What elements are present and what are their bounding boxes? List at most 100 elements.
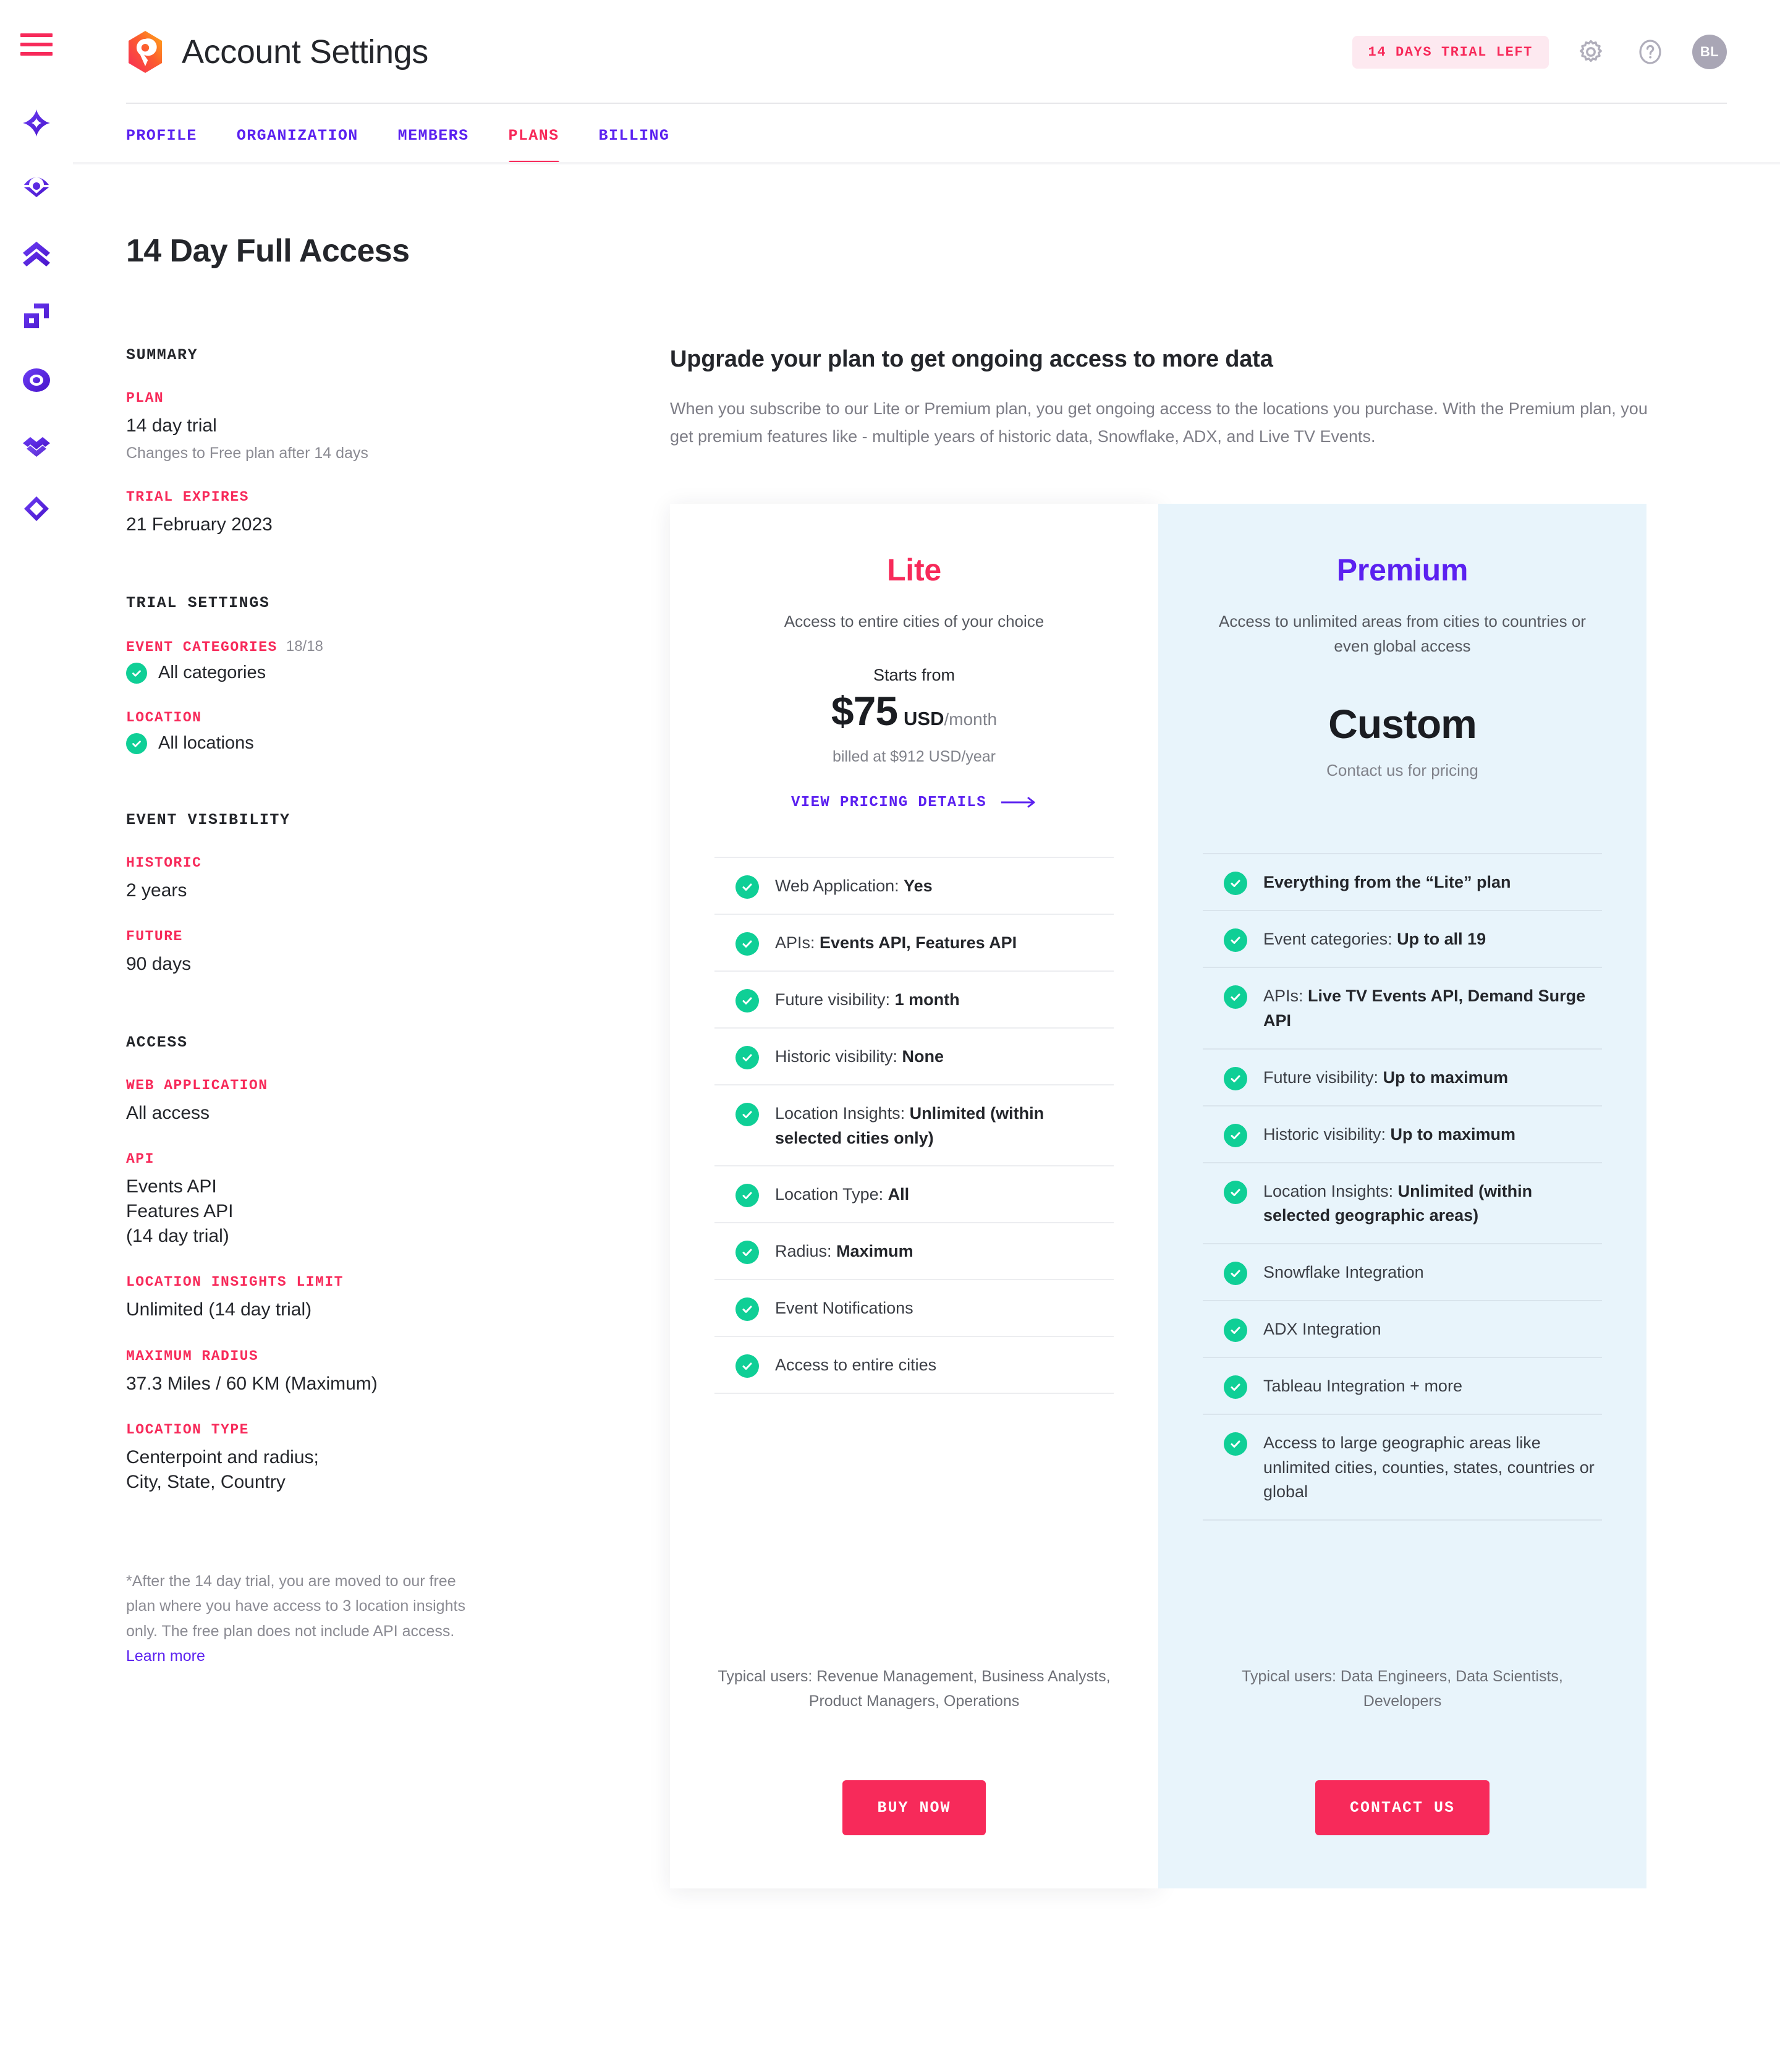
field-event-categories-label: EVENT CATEGORIES 18/18: [126, 638, 633, 655]
chevrons-up-icon[interactable]: [17, 232, 56, 271]
field-api: API Events API Features API (14 day tria…: [126, 1151, 633, 1248]
menu-toggle-icon[interactable]: [20, 32, 53, 57]
check-icon: [735, 1354, 759, 1378]
feature-bold: Live TV Events API, Demand Surge API: [1263, 987, 1586, 1030]
top-header: Account Settings 14 DAYS TRIAL LEFT BL: [73, 0, 1780, 104]
field-historic: HISTORIC 2 years: [126, 855, 633, 903]
feature-list-lite: Web Application: Yes APIs: Events API, F…: [714, 856, 1114, 1395]
trial-settings-heading: TRIAL SETTINGS: [126, 593, 270, 612]
app-rail: [0, 0, 73, 2072]
card-footer-premium: Typical users: Data Engineers, Data Scie…: [1203, 1664, 1602, 1888]
avatar[interactable]: BL: [1692, 35, 1727, 69]
view-pricing-details-label: VIEW PRICING DETAILS: [790, 794, 987, 811]
check-icon: [1224, 1123, 1247, 1147]
feature-text: ADX Integration: [1263, 1316, 1381, 1342]
card-footer-lite: Typical users: Revenue Management, Busin…: [714, 1664, 1114, 1888]
plans-panel: Upgrade your plan to get ongoing access …: [670, 346, 1727, 1888]
field-web-application-label: WEB APPLICATION: [126, 1077, 268, 1093]
tab-billing[interactable]: BILLING: [599, 127, 670, 164]
header-actions: 14 DAYS TRIAL LEFT BL: [1352, 35, 1727, 69]
price-lead-lite: Starts from: [873, 665, 956, 684]
field-plan-sub: Changes to Free plan after 14 days: [126, 444, 368, 462]
settings-tabs: PROFILE ORGANIZATION MEMBERS PLANS BILLI…: [73, 104, 1780, 164]
layers-icon[interactable]: [17, 297, 56, 335]
diamond-icon[interactable]: [17, 490, 56, 528]
feature-text: Location Insights: Unlimited (within sel…: [1263, 1178, 1597, 1228]
typical-users-lite: Typical users: Revenue Management, Busin…: [718, 1667, 1111, 1710]
feature-text: Location Type: All: [775, 1181, 909, 1207]
field-event-categories-label-text: EVENT CATEGORIES: [126, 639, 278, 655]
feature-row: Tableau Integration + more: [1203, 1356, 1602, 1414]
feature-label: Location Insights:: [775, 1103, 910, 1123]
check-icon: [126, 662, 147, 684]
access-heading: ACCESS: [126, 1033, 188, 1051]
feature-text: APIs: Events API, Features API: [775, 930, 1017, 956]
field-plan-value: 14 day trial: [126, 415, 217, 436]
field-future-label: FUTURE: [126, 928, 183, 945]
field-location-insights-limit: LOCATION INSIGHTS LIMIT Unlimited (14 da…: [126, 1274, 633, 1322]
check-icon: [1224, 1432, 1247, 1456]
location-row: All locations: [126, 732, 633, 754]
feature-label: Historic visibility:: [775, 1047, 902, 1066]
gear-icon[interactable]: [1574, 35, 1608, 69]
field-plan: PLAN 14 day trial Changes to Free plan a…: [126, 390, 633, 463]
check-icon: [735, 1102, 759, 1126]
feature-row: ADX Integration: [1203, 1299, 1602, 1357]
tab-members[interactable]: MEMBERS: [398, 127, 469, 164]
field-maximum-radius-label: MAXIMUM RADIUS: [126, 1348, 259, 1364]
feature-row: Access to large geographic areas like un…: [1203, 1413, 1602, 1521]
plan-name-premium: Premium: [1336, 552, 1468, 587]
wave-icon[interactable]: [17, 425, 56, 464]
feature-text: Future visibility: Up to maximum: [1263, 1064, 1508, 1090]
feature-text: Web Application: Yes: [775, 873, 933, 899]
tab-organization[interactable]: ORGANIZATION: [237, 127, 358, 164]
check-icon: [735, 1045, 759, 1069]
field-api-value: Events API Features API (14 day trial): [126, 1176, 234, 1246]
app-shell: Account Settings 14 DAYS TRIAL LEFT BL P…: [73, 0, 1780, 2072]
check-icon: [1224, 872, 1247, 896]
upsell-heading: Upgrade your plan to get ongoing access …: [670, 346, 1273, 372]
question-icon[interactable]: [1633, 35, 1668, 69]
feature-label: Radius:: [775, 1242, 837, 1261]
field-web-application-value: All access: [126, 1102, 210, 1123]
insight-eye-icon[interactable]: [17, 168, 56, 206]
view-pricing-details-link[interactable]: VIEW PRICING DETAILS: [714, 794, 1114, 811]
buy-now-button[interactable]: BUY NOW: [842, 1780, 986, 1835]
typical-users-premium: Typical users: Data Engineers, Data Scie…: [1242, 1667, 1563, 1710]
trial-status-badge[interactable]: 14 DAYS TRIAL LEFT: [1352, 35, 1549, 69]
feature-label: Access to large geographic areas like un…: [1263, 1433, 1595, 1501]
feature-row: APIs: Live TV Events API, Demand Surge A…: [1203, 967, 1602, 1048]
feature-row: Future visibility: Up to maximum: [1203, 1048, 1602, 1105]
tab-profile[interactable]: PROFILE: [126, 127, 197, 164]
feature-text: Future visibility: 1 month: [775, 987, 960, 1013]
check-icon: [126, 732, 147, 754]
check-icon: [1224, 1180, 1247, 1204]
target-icon[interactable]: [17, 361, 56, 399]
summary-heading: SUMMARY: [126, 346, 198, 364]
tab-plans[interactable]: PLANS: [508, 127, 559, 164]
feature-row: Everything from the “Lite” plan: [1203, 853, 1602, 910]
feature-bold: None: [902, 1047, 944, 1066]
event-categories-value: All categories: [158, 663, 266, 683]
feature-bold: Maximum: [836, 1242, 913, 1261]
feature-text: Radius: Maximum: [775, 1238, 913, 1264]
plan-card-premium: Premium Access to unlimited areas from c…: [1158, 503, 1646, 1888]
learn-more-link[interactable]: Learn more: [126, 1647, 205, 1665]
event-visibility-heading: EVENT VISIBILITY: [126, 810, 290, 829]
feature-label: Tableau Integration + more: [1263, 1376, 1462, 1395]
feature-label: APIs:: [775, 933, 820, 952]
feature-text: Snowflake Integration: [1263, 1259, 1424, 1285]
plan-cards: Lite Access to entire cities of your cho…: [670, 503, 1727, 1888]
field-location: LOCATION All locations: [126, 710, 633, 754]
check-icon: [1224, 1066, 1247, 1090]
feature-text: Historic visibility: None: [775, 1043, 944, 1069]
price-amount-lite: $75: [831, 687, 898, 734]
field-historic-label: HISTORIC: [126, 854, 202, 871]
contact-us-button[interactable]: CONTACT US: [1315, 1780, 1490, 1835]
field-location-type-value: Centerpoint and radius; City, State, Cou…: [126, 1447, 319, 1493]
field-historic-value: 2 years: [126, 880, 187, 901]
feature-row: Location Insights: Unlimited (within sel…: [714, 1084, 1114, 1165]
field-future-value: 90 days: [126, 954, 192, 975]
cta-wrap-lite: BUY NOW: [714, 1780, 1114, 1835]
sparkle-icon[interactable]: [17, 104, 56, 142]
